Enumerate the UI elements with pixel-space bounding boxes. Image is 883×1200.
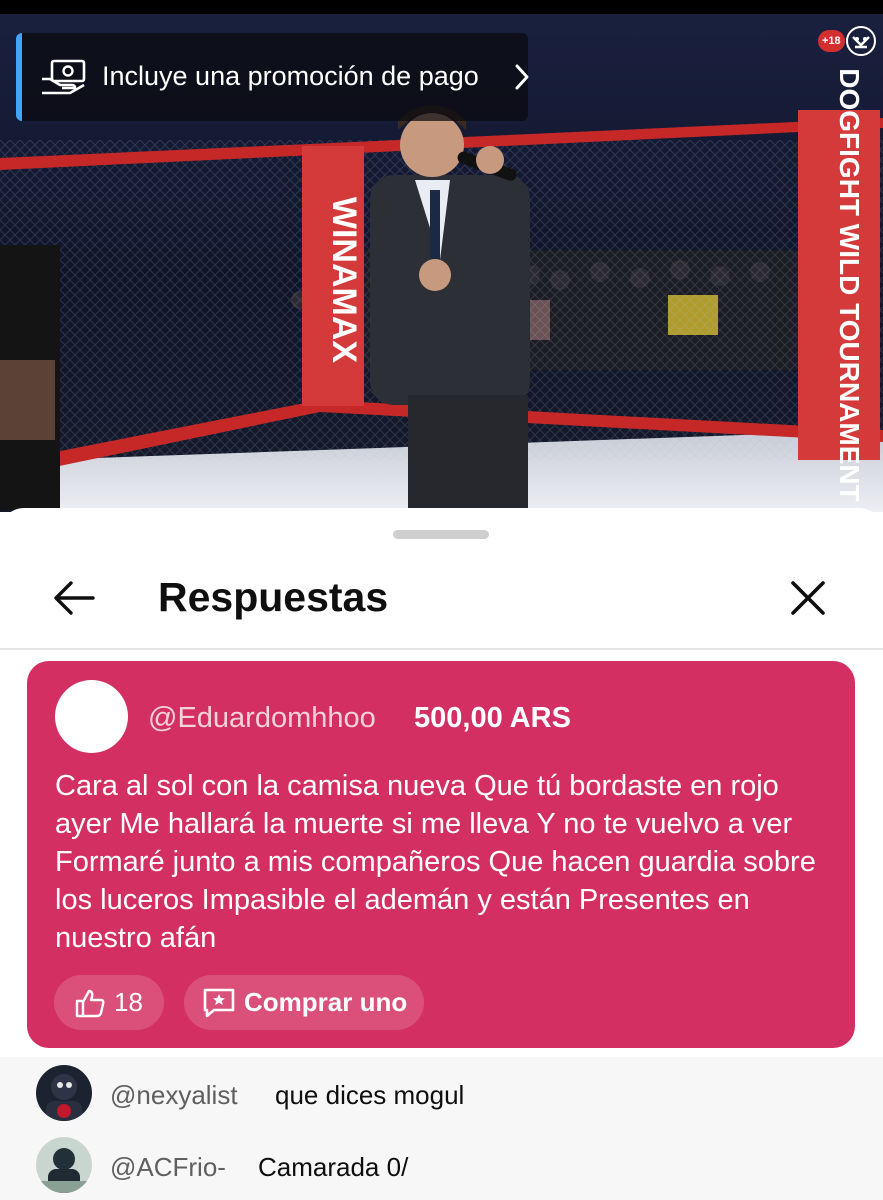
thumbs-up-icon: [75, 989, 105, 1017]
status-bar: [0, 0, 883, 14]
super-chat-message: Cara al sol con la camisa nueva Que tú b…: [55, 770, 816, 954]
reply-text: que dices mogul: [275, 1080, 465, 1110]
like-count: 18: [114, 987, 143, 1017]
super-chat-amount: 500,00 ARS: [414, 702, 571, 734]
cage-banner-left: WINAMAX: [325, 197, 363, 364]
avatar[interactable]: [55, 680, 128, 753]
close-button[interactable]: [778, 570, 838, 626]
buy-super-chat-button[interactable]: Comprar uno: [184, 975, 424, 1030]
paid-promotion-banner[interactable]: Incluye una promoción de pago: [16, 33, 529, 121]
buy-label: Comprar uno: [244, 987, 408, 1017]
reply-username[interactable]: @ACFrio-: [110, 1152, 226, 1183]
reply-text: Camarada 0/: [258, 1152, 409, 1182]
like-button[interactable]: 18: [54, 975, 164, 1030]
promo-accent-bar: [16, 33, 22, 121]
promo-label: Incluye una promoción de pago: [102, 61, 479, 91]
avatar[interactable]: [36, 1065, 92, 1121]
super-chat-card: @Eduardomhhoo 500,00 ARS Cara al sol con…: [27, 661, 855, 1048]
channel-logo-icon: [846, 26, 876, 56]
arrow-left-icon: [54, 581, 95, 615]
back-button[interactable]: [44, 570, 104, 626]
list-item[interactable]: @nexyalist que dices mogul: [0, 1065, 883, 1137]
super-chat-username[interactable]: @Eduardomhhoo: [148, 702, 376, 735]
page-title: Respuestas: [158, 574, 389, 620]
video-player[interactable]: WINAMAX DOGFIGHT WILD TOURNAMENT Incluye…: [0, 0, 883, 512]
super-chat-icon: [203, 988, 235, 1017]
replies-sheet: Respuestas @Eduardomhhoo 500,00 ARS Cara…: [0, 508, 883, 1200]
drag-handle[interactable]: [393, 530, 489, 539]
sheet-header: Respuestas: [0, 548, 883, 650]
reply-username[interactable]: @nexyalist: [110, 1080, 238, 1111]
list-item[interactable]: @ACFrio- Camarada 0/: [0, 1137, 883, 1200]
reply-list: @nexyalist que dices mogul @ACFrio- Cama…: [0, 1057, 883, 1200]
age-rating-badge: +18: [818, 30, 845, 52]
cage-banner-right: DOGFIGHT WILD TOURNAMENT: [834, 68, 865, 501]
money-hand-icon: [42, 59, 86, 95]
chevron-right-icon: [515, 64, 529, 90]
avatar[interactable]: [36, 1137, 92, 1193]
close-icon: [791, 581, 825, 615]
